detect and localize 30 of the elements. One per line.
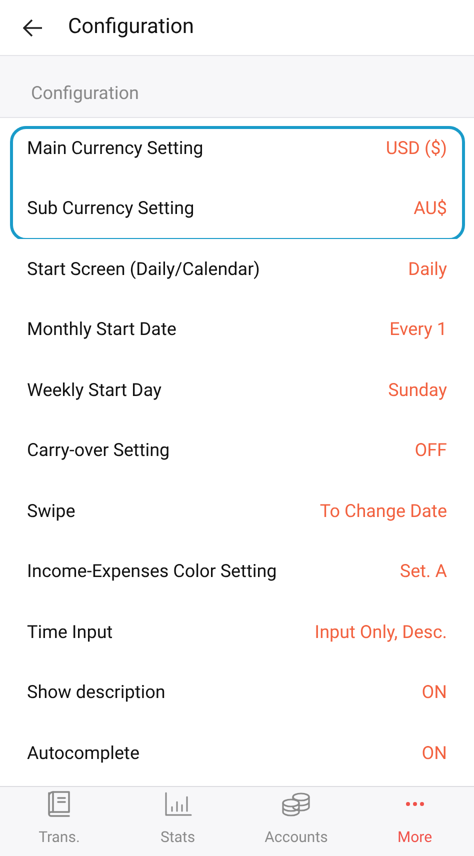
setting-value: Input Only, Desc. (314, 620, 447, 645)
back-arrow-icon (23, 18, 43, 36)
setting-label: Start Screen (Daily/Calendar) (27, 258, 260, 282)
coins-icon (281, 790, 312, 816)
setting-label: Autocomplete (27, 742, 140, 766)
page-title: Configuration (68, 14, 194, 41)
setting-label: Show description (27, 681, 166, 706)
setting-value: ON (422, 742, 447, 766)
setting-value: Set. A (400, 560, 447, 584)
setting-value: To Change Date (320, 500, 447, 524)
setting-value: Every 1 (389, 318, 447, 342)
setting-value: USD ($) (386, 136, 447, 161)
setting-label: Time Input (27, 620, 113, 645)
setting-label: Swipe (27, 500, 76, 524)
setting-value: AU$ (414, 197, 447, 222)
setting-value: ON (422, 681, 447, 706)
setting-label: Carry-over Setting (27, 439, 170, 464)
section-title: Configuration (31, 82, 139, 106)
setting-label: Main Currency Setting (27, 136, 204, 161)
more-icon (404, 800, 425, 806)
setting-label: Monthly Start Date (27, 318, 176, 342)
setting-label: Sub Currency Setting (27, 197, 194, 222)
back-button[interactable] (22, 16, 44, 38)
setting-value: Sunday (388, 378, 447, 403)
bar-chart-icon (164, 792, 192, 816)
setting-label: Weekly Start Day (27, 378, 162, 403)
setting-value: OFF (414, 439, 447, 464)
setting-label: Income-Expenses Color Setting (27, 560, 277, 584)
setting-value: Daily (408, 258, 447, 282)
book-icon (46, 790, 72, 818)
